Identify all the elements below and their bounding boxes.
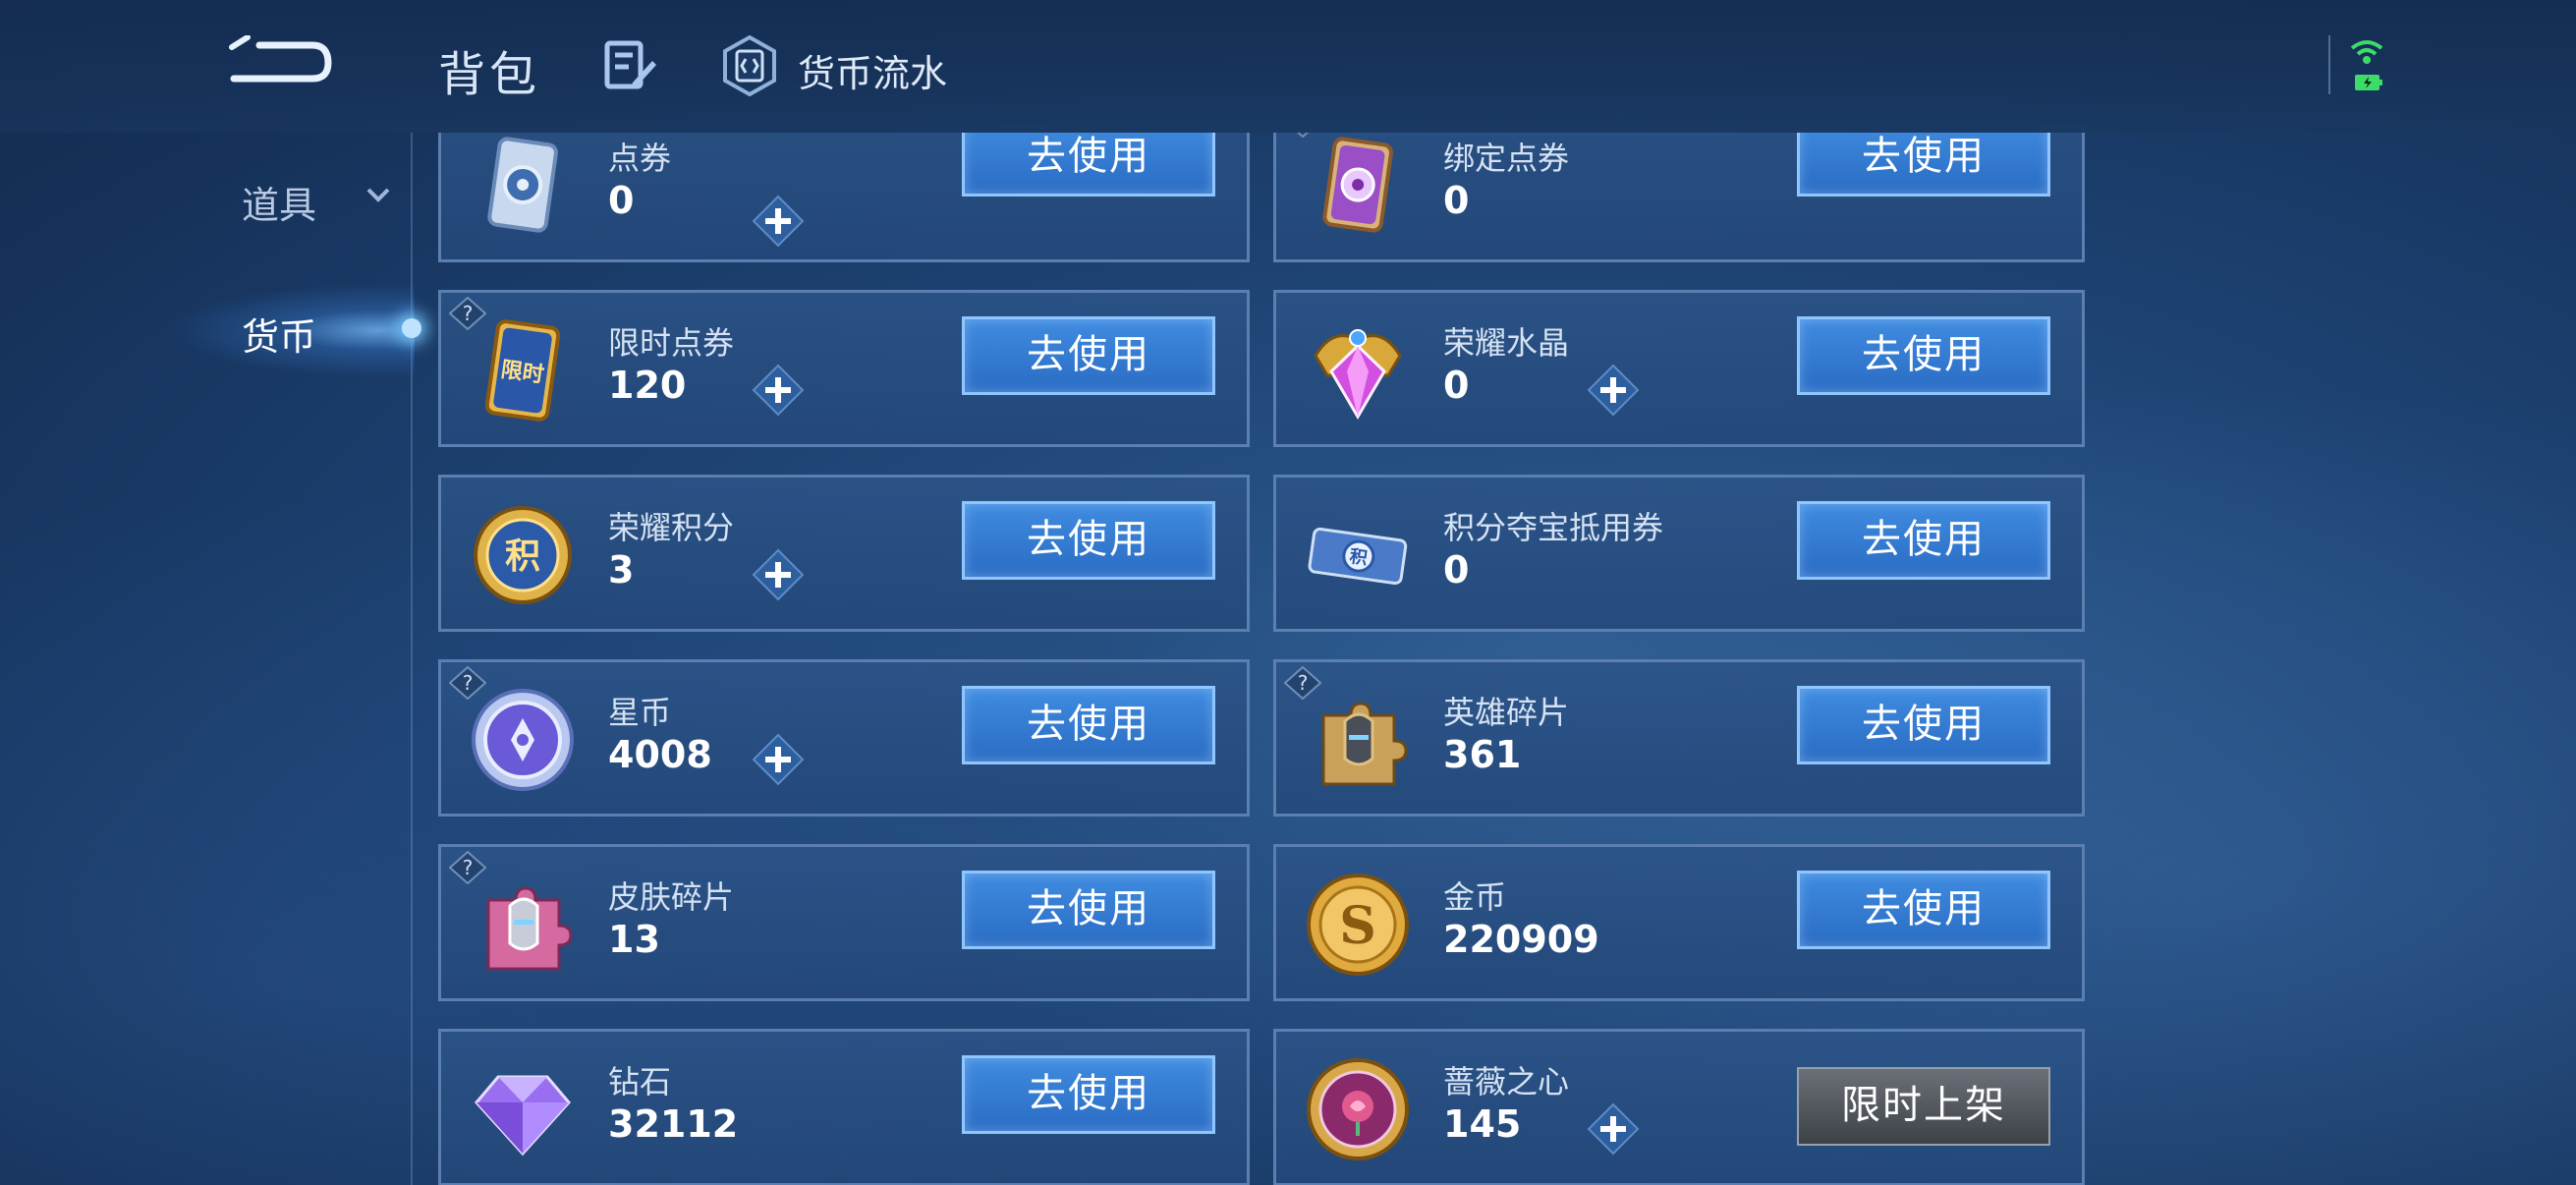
card-name: 金币: [1443, 878, 1507, 916]
add-plus-icon[interactable]: [752, 364, 805, 417]
coupon-glyph: 积: [1348, 546, 1369, 569]
coupon-icon: 积: [1308, 527, 1408, 586]
card-honor-crystal: 荣耀水晶 0 去使用: [1273, 290, 2085, 447]
sidebar-active-dot: [402, 318, 421, 338]
add-plus-icon[interactable]: [1587, 1102, 1640, 1156]
card-skin-fragment: ? 皮肤碎片 13 去使用: [438, 844, 1250, 1001]
use-button[interactable]: 去使用: [1797, 501, 2050, 580]
battery-icon: [2355, 75, 2382, 90]
star-coin-icon: [472, 689, 574, 791]
use-button[interactable]: 去使用: [1797, 686, 2050, 764]
card-value: 145: [1443, 1102, 1522, 1146]
status-divider: [2328, 35, 2330, 94]
card-value: 13: [608, 918, 660, 961]
card-name: 荣耀积分: [608, 509, 735, 546]
card-diamond: 钻石 32112 去使用: [438, 1029, 1250, 1185]
card-value: 0: [1443, 548, 1470, 592]
limited-voucher-icon: 限时: [484, 319, 561, 422]
card-name: 蔷薇之心: [1443, 1063, 1570, 1100]
wifi-icon: [2350, 40, 2383, 64]
card-hero-fragment: ? 英雄碎片 361 去使用: [1273, 659, 2085, 817]
card-value: 4008: [608, 733, 712, 776]
use-button[interactable]: 去使用: [962, 686, 1215, 764]
page-title: 背包: [438, 47, 541, 102]
use-button[interactable]: 去使用: [962, 501, 1215, 580]
use-button[interactable]: 去使用: [962, 871, 1215, 949]
gold-coin-glyph: S: [1339, 896, 1376, 956]
add-plus-icon[interactable]: [752, 195, 805, 248]
card-rose-heart: 蔷薇之心 145 限时上架: [1273, 1029, 2085, 1185]
card-name: 点券: [608, 140, 672, 177]
card-value: 361: [1443, 733, 1522, 776]
use-button[interactable]: 去使用: [962, 1055, 1215, 1134]
card-value: 3: [608, 548, 635, 592]
sidebar-item-currency[interactable]: 货币: [242, 307, 316, 361]
gold-coin-icon: S: [1307, 874, 1409, 976]
card-name: 积分夺宝抵用券: [1443, 509, 1664, 546]
card-name: 星币: [608, 694, 672, 731]
card-value: 120: [608, 364, 687, 407]
card-name: 皮肤碎片: [608, 878, 735, 916]
honor-crystal-icon: [1314, 329, 1402, 420]
card-name: 荣耀水晶: [1443, 324, 1570, 362]
add-plus-icon[interactable]: [752, 733, 805, 786]
chevron-down-icon[interactable]: [365, 185, 391, 204]
voucher-icon: [487, 137, 558, 233]
diamond-icon: [475, 1075, 571, 1157]
card-limited-voucher: ? 限时 限时点券 120 去使用: [438, 290, 1250, 447]
add-plus-icon[interactable]: [1587, 364, 1640, 417]
card-value: 32112: [608, 1102, 739, 1146]
card-value: 0: [1443, 179, 1470, 222]
card-name: 钻石: [608, 1063, 672, 1100]
back-arrow-icon[interactable]: [226, 35, 334, 90]
sidebar-item-props[interactable]: 道具: [242, 175, 316, 229]
card-name: 限时点券: [608, 324, 735, 362]
add-plus-icon[interactable]: [752, 548, 805, 601]
card-gold-coin: S 金币 220909 去使用: [1273, 844, 2085, 1001]
card-value: 0: [608, 179, 635, 222]
card-star-coin: ? 星币 4008 去使用: [438, 659, 1250, 817]
card-name: 英雄碎片: [1443, 694, 1570, 731]
use-button[interactable]: 去使用: [1797, 316, 2050, 395]
honor-points-glyph: 积: [505, 536, 540, 577]
use-button[interactable]: 去使用: [1797, 871, 2050, 949]
bound-voucher-icon: [1322, 137, 1393, 233]
use-button[interactable]: 去使用: [1797, 133, 2050, 197]
use-button[interactable]: 去使用: [962, 133, 1215, 197]
limited-listing-button[interactable]: 限时上架: [1797, 1067, 2050, 1146]
currency-flow-link[interactable]: 货币流水: [798, 43, 947, 97]
edit-note-icon[interactable]: [603, 39, 658, 90]
card-bound-voucher: ? 绑定点券 0 去使用: [1273, 133, 2085, 262]
currency-grid: 点券 0 去使用 ? 绑定点券 0 去使用 ?: [438, 133, 2089, 1185]
card-value: 0: [1443, 364, 1470, 407]
top-bar: 背包 货币流水: [0, 0, 2576, 133]
hero-fragment-icon: [1321, 702, 1408, 786]
card-points-lottery-coupon: 积 积分夺宝抵用券 0 去使用: [1273, 475, 2085, 632]
use-button[interactable]: 去使用: [962, 316, 1215, 395]
card-voucher: 点券 0 去使用: [438, 133, 1250, 262]
skin-fragment-icon: [486, 886, 573, 971]
card-value: 220909: [1443, 918, 1599, 961]
rose-heart-icon: [1307, 1058, 1409, 1160]
honor-points-icon: 积: [474, 506, 572, 604]
card-honor-points: 积 荣耀积分 3 去使用: [438, 475, 1250, 632]
card-name: 绑定点券: [1443, 140, 1570, 177]
currency-flow-icon[interactable]: [721, 35, 778, 96]
